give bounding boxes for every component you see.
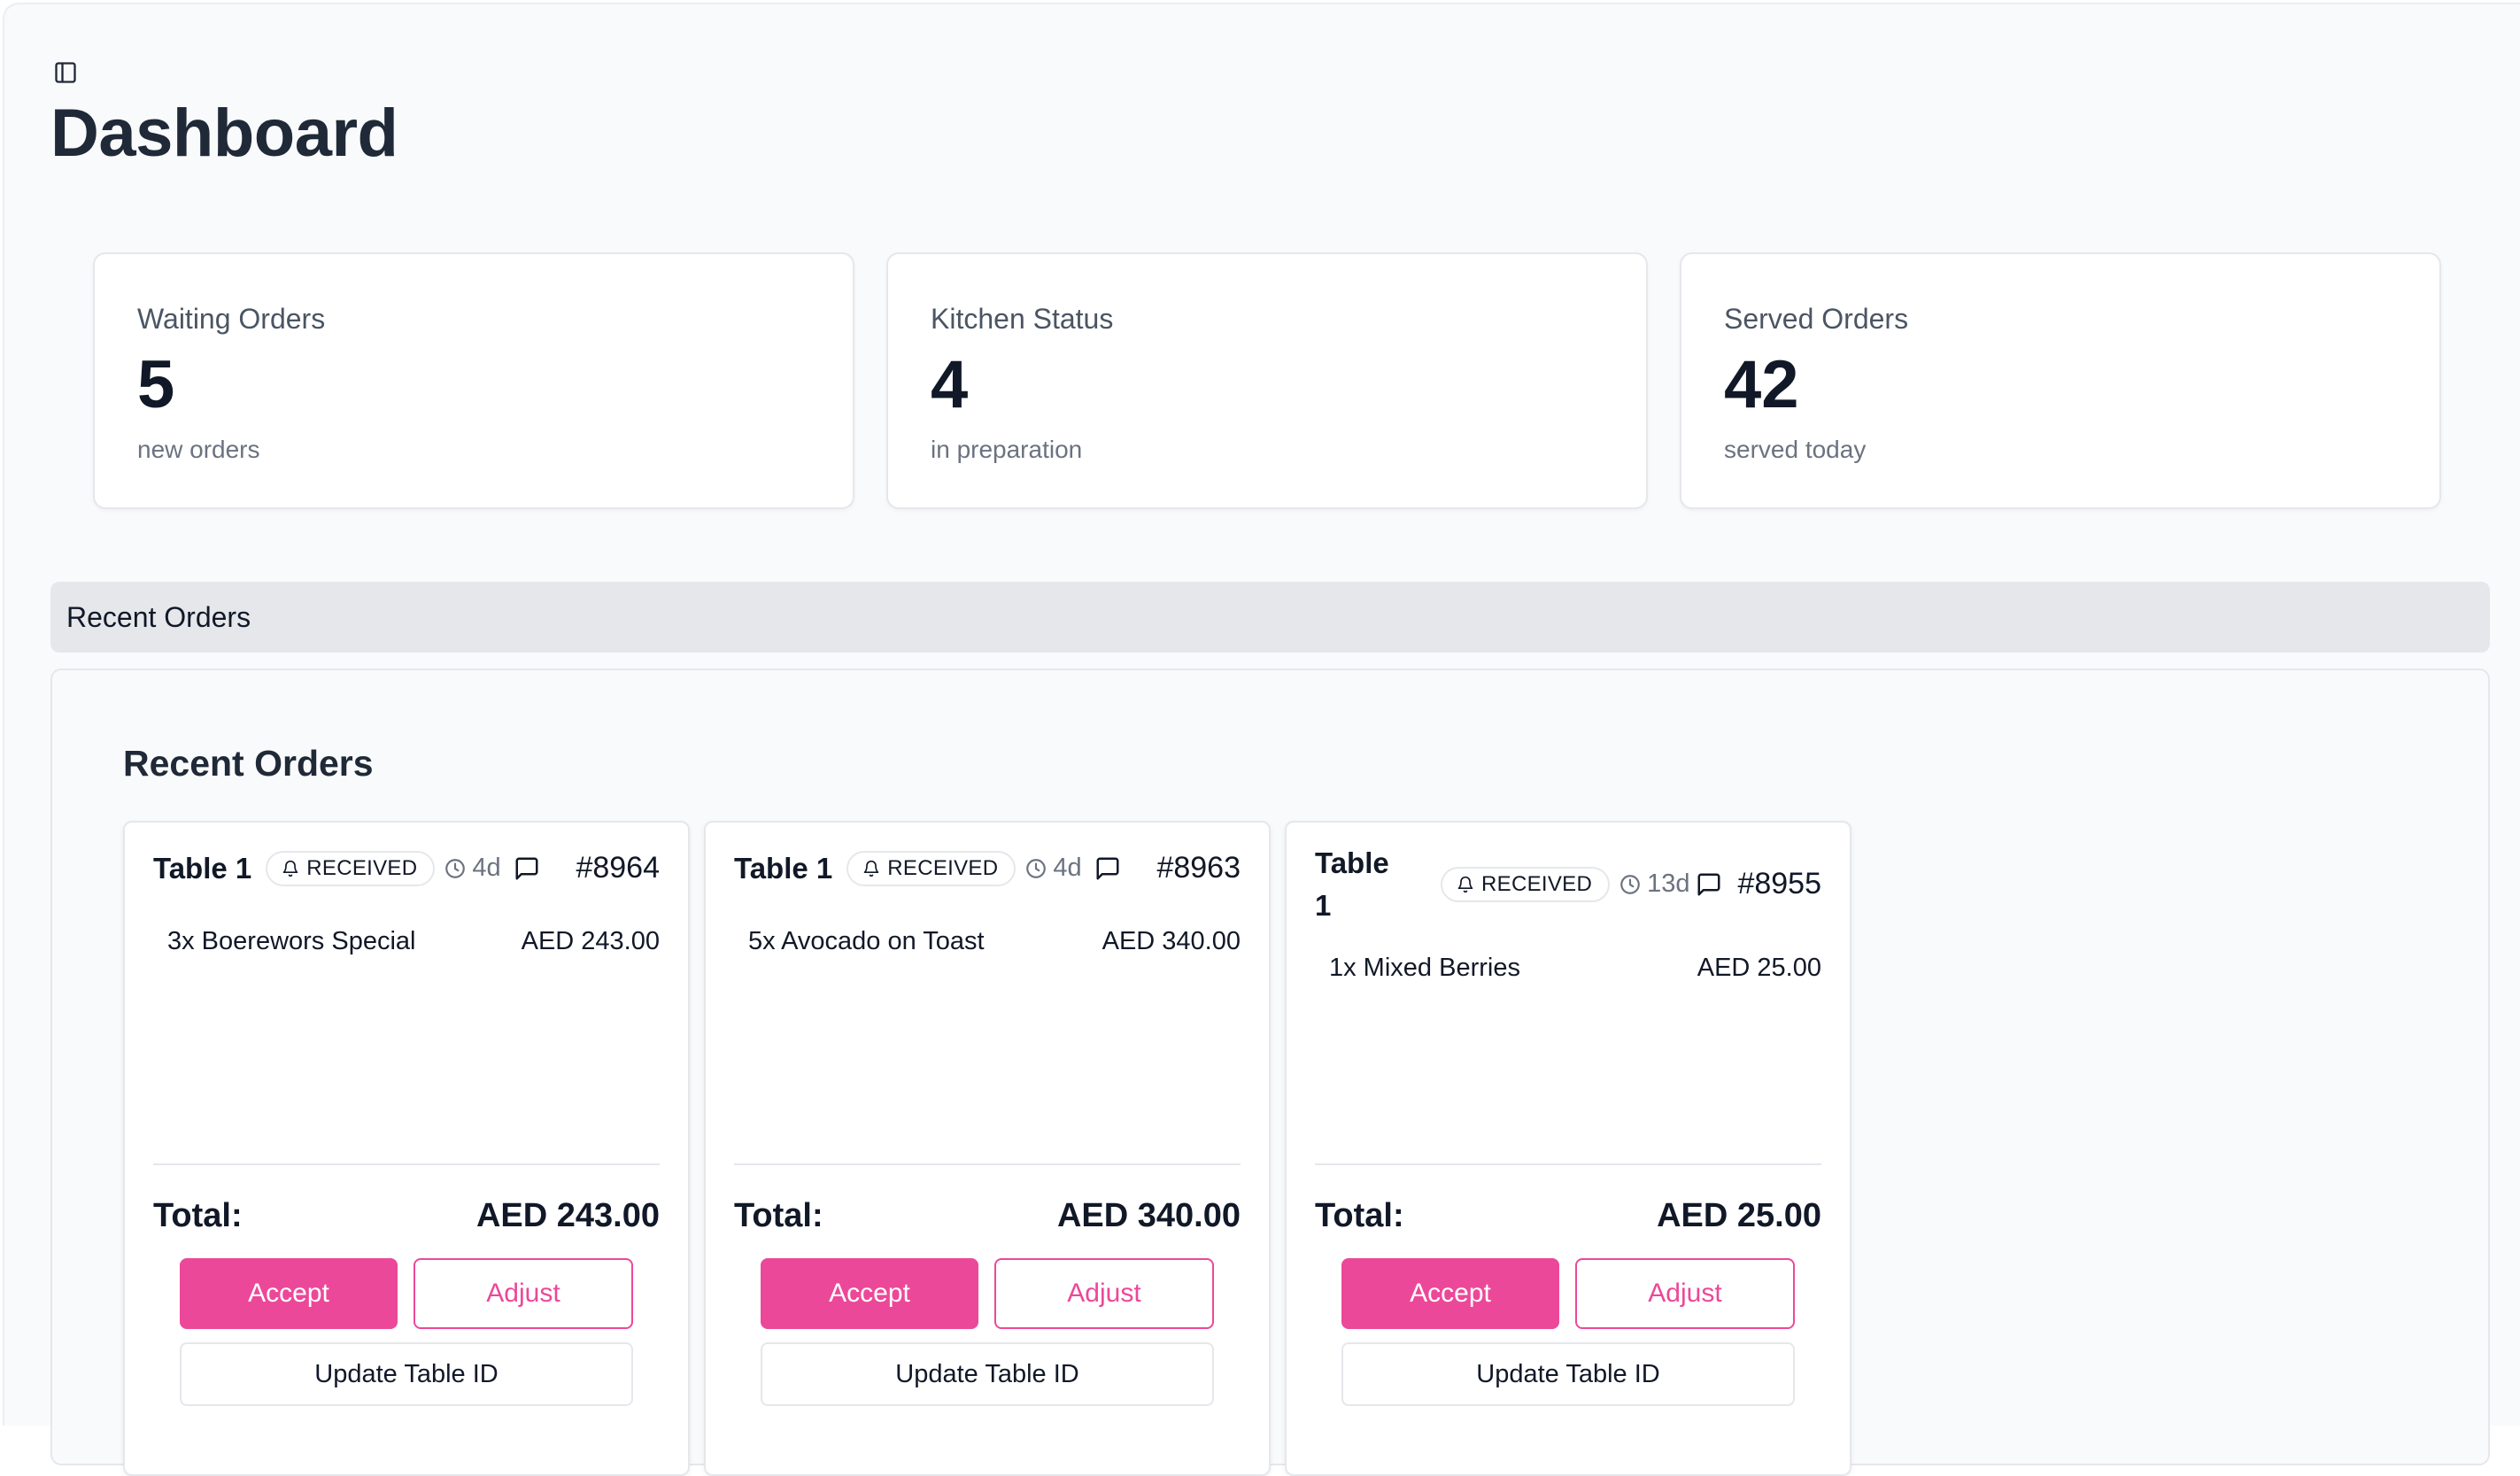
age-text: 13d [1647,869,1689,899]
stat-label: Kitchen Status [931,303,1113,336]
bell-icon [1457,876,1474,893]
order-age: 4d [1024,854,1081,883]
item-name: 5x Avocado on Toast [748,927,985,956]
stat-value: 42 [1724,352,1799,419]
order-item-row: 1x Mixed Berries AED 25.00 [1329,954,1821,983]
message-square-icon[interactable] [1094,855,1121,882]
message-square-icon[interactable] [514,855,540,882]
stat-card-kitchen-status: Kitchen Status 4 in preparation [886,252,1648,509]
status-badge: RECEIVED [846,851,1016,886]
divider [1315,1163,1821,1165]
update-table-id-button[interactable]: Update Table ID [761,1342,1214,1406]
order-header: Table 1 RECEIVED 4d #8964 [153,847,660,890]
update-table-id-button[interactable]: Update Table ID [1341,1342,1795,1406]
stat-value: 5 [137,352,174,419]
stat-subtext: in preparation [931,436,1082,464]
total-value: AED 243.00 [476,1197,660,1235]
order-card: Table 1 RECEIVED 13d #8955 1x Mixed Berr… [1285,821,1851,1476]
total-value: AED 25.00 [1657,1197,1821,1235]
table-name: Table 1 [1315,842,1412,927]
order-number: #8955 [1737,867,1821,901]
page-title: Dashboard [50,95,398,172]
order-number: #8963 [1156,851,1241,885]
clock-icon [1024,857,1047,880]
stat-subtext: new orders [137,436,260,464]
total-label: Total: [734,1197,823,1235]
update-table-id-button[interactable]: Update Table ID [180,1342,633,1406]
accept-button[interactable]: Accept [1341,1258,1559,1329]
divider [734,1163,1241,1165]
status-badge: RECEIVED [266,851,435,886]
item-price: AED 25.00 [1697,954,1821,983]
order-header: Table 1 RECEIVED 4d #8963 [734,847,1241,890]
status-badge: RECEIVED [1441,867,1610,902]
age-text: 4d [472,854,500,883]
app-shell: Dashboard Waiting Orders 5 new orders Ki… [3,3,2520,1426]
order-number: #8964 [576,851,660,885]
order-total-row: Total: AED 340.00 [734,1197,1241,1235]
order-card: Table 1 RECEIVED 4d #8963 5x Avocado on … [704,821,1271,1476]
adjust-button[interactable]: Adjust [414,1258,633,1329]
table-name: Table 1 [734,847,832,890]
status-text: RECEIVED [887,856,998,881]
item-price: AED 340.00 [1102,927,1241,956]
order-age: 13d [1619,869,1689,899]
clock-icon [1619,873,1642,896]
divider [153,1163,660,1165]
table-name: Table 1 [153,847,251,890]
status-text: RECEIVED [306,856,417,881]
stat-label: Served Orders [1724,303,1908,336]
accept-button[interactable]: Accept [761,1258,978,1329]
stat-label: Waiting Orders [137,303,325,336]
clock-icon [444,857,467,880]
item-name: 3x Boerewors Special [167,927,415,956]
total-label: Total: [153,1197,243,1235]
section-label: Recent Orders [66,601,251,634]
recent-orders-panel: Recent Orders Table 1 RECEIVED 4d #8964 [50,668,2490,1465]
order-item-row: 5x Avocado on Toast AED 340.00 [748,927,1241,956]
total-label: Total: [1315,1197,1404,1235]
bell-icon [862,860,880,877]
order-age: 4d [444,854,500,883]
age-text: 4d [1053,854,1081,883]
order-total-row: Total: AED 25.00 [1315,1197,1821,1235]
stat-value: 4 [931,352,968,419]
adjust-button[interactable]: Adjust [1575,1258,1795,1329]
order-card: Table 1 RECEIVED 4d #8964 3x Boerewors S… [123,821,690,1476]
item-price: AED 243.00 [522,927,660,956]
panel-title: Recent Orders [123,743,374,784]
recent-orders-section-toggle[interactable]: Recent Orders [50,582,2490,653]
item-name: 1x Mixed Berries [1329,954,1520,983]
order-header: Table 1 RECEIVED 13d #8955 [1315,842,1821,927]
adjust-button[interactable]: Adjust [994,1258,1214,1329]
total-value: AED 340.00 [1057,1197,1241,1235]
bell-icon [282,860,299,877]
stat-subtext: served today [1724,436,1866,464]
sidebar-toggle-icon[interactable] [50,58,81,88]
order-item-row: 3x Boerewors Special AED 243.00 [167,927,660,956]
stat-card-waiting-orders: Waiting Orders 5 new orders [93,252,854,509]
order-total-row: Total: AED 243.00 [153,1197,660,1235]
stat-card-served-orders: Served Orders 42 served today [1680,252,2441,509]
accept-button[interactable]: Accept [180,1258,398,1329]
status-text: RECEIVED [1481,872,1592,897]
message-square-icon[interactable] [1696,871,1722,898]
